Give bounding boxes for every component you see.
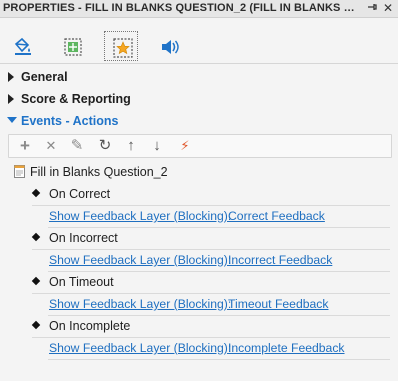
target-link[interactable]: Timeout Feedback (228, 297, 328, 311)
event-label: On Incomplete (49, 319, 131, 333)
magic-wand-icon[interactable]: ⚡ (175, 137, 195, 155)
action-link[interactable]: Show Feedback Layer (Blocking): (49, 209, 231, 223)
diamond-icon (31, 188, 41, 198)
action-row: Show Feedback Layer (Blocking): Correct … (48, 206, 390, 228)
event-label: On Incorrect (49, 231, 118, 245)
event-on-correct[interactable]: On Correct (31, 184, 390, 206)
pin-icon[interactable] (365, 1, 379, 15)
refresh-icon[interactable]: ↻ (95, 137, 115, 155)
panel-title: PROPERTIES - FILL IN BLANKS QUESTION_2 (… (3, 2, 358, 14)
chevron-right-icon (8, 94, 14, 104)
actions-toolbar: + ✕ ✎ ↻ ↑ ↓ ⚡ (8, 134, 392, 158)
tab-actions[interactable] (104, 31, 138, 61)
action-row: Show Feedback Layer (Blocking): Timeout … (48, 294, 390, 316)
section-events-actions[interactable]: Events - Actions (0, 110, 398, 132)
action-row: Show Feedback Layer (Blocking): Incorrec… (48, 250, 390, 272)
action-link[interactable]: Show Feedback Layer (Blocking): (49, 341, 231, 355)
section-general-label: General (21, 70, 68, 84)
action-link[interactable]: Show Feedback Layer (Blocking): (49, 297, 231, 311)
speaker-icon (162, 40, 179, 54)
target-link[interactable]: Correct Feedback (228, 209, 325, 223)
document-icon (14, 165, 25, 178)
fill-bucket-icon (14, 37, 31, 55)
tab-transform[interactable] (55, 31, 89, 61)
close-icon[interactable]: ✕ (381, 1, 395, 15)
property-tabs (0, 18, 398, 64)
diamond-icon (31, 276, 41, 286)
section-score-label: Score & Reporting (21, 92, 131, 106)
section-events-label: Events - Actions (21, 114, 119, 128)
transform-icon (64, 38, 82, 56)
event-label: On Correct (49, 187, 111, 201)
event-on-incorrect[interactable]: On Incorrect (31, 228, 390, 250)
event-on-incomplete[interactable]: On Incomplete (31, 316, 390, 338)
target-link[interactable]: Incomplete Feedback (228, 341, 345, 355)
action-row: Show Feedback Layer (Blocking): Incomple… (48, 338, 390, 360)
move-up-icon[interactable]: ↑ (121, 137, 141, 155)
target-link[interactable]: Incorrect Feedback (228, 253, 332, 267)
edit-pencil-icon[interactable]: ✎ (67, 137, 87, 155)
add-icon[interactable]: + (15, 137, 35, 155)
tab-audio[interactable] (152, 31, 186, 61)
event-label: On Timeout (49, 275, 114, 289)
section-general[interactable]: General (0, 66, 398, 88)
event-on-timeout[interactable]: On Timeout (31, 272, 390, 294)
tree-root-label: Fill in Blanks Question_2 (30, 165, 168, 179)
star-frame-icon (113, 38, 133, 58)
action-link[interactable]: Show Feedback Layer (Blocking): (49, 253, 231, 267)
chevron-right-icon (8, 72, 14, 82)
panel-title-bar: PROPERTIES - FILL IN BLANKS QUESTION_2 (… (0, 0, 398, 18)
delete-icon[interactable]: ✕ (41, 137, 61, 155)
move-down-icon[interactable]: ↓ (147, 137, 167, 155)
section-score-reporting[interactable]: Score & Reporting (0, 88, 398, 110)
tab-fill[interactable] (5, 31, 39, 61)
diamond-icon (31, 232, 41, 242)
chevron-down-icon (7, 117, 17, 123)
diamond-icon (31, 320, 41, 330)
